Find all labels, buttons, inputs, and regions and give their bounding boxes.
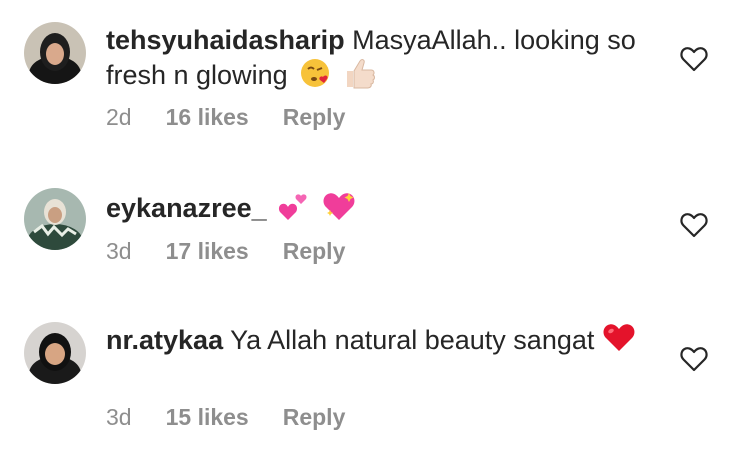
comment-text: eykanazree_ (106, 190, 646, 230)
comment-meta: 3d 17 likes Reply (106, 238, 345, 265)
comment-meta: 3d 15 likes Reply (106, 404, 345, 431)
thumbs-up-emoji (343, 57, 377, 97)
comment-text: tehsyuhaidasharip MasyaAllah.. looking s… (106, 24, 646, 97)
avatar[interactable] (24, 322, 86, 384)
like-heart-icon[interactable] (680, 346, 708, 372)
timestamp: 3d (106, 404, 132, 430)
like-heart-icon[interactable] (680, 46, 708, 72)
avatar[interactable] (24, 22, 86, 84)
likes-count[interactable]: 15 likes (166, 404, 249, 431)
username[interactable]: tehsyuhaidasharip (106, 25, 345, 55)
reply-button[interactable]: Reply (283, 238, 346, 265)
two-hearts-emoji (278, 190, 310, 230)
username[interactable]: eykanazree_ (106, 193, 267, 223)
like-heart-icon[interactable] (680, 212, 708, 238)
likes-count[interactable]: 16 likes (166, 104, 249, 131)
red-heart-emoji (602, 322, 636, 362)
username[interactable]: nr.atykaa (106, 325, 223, 355)
likes-count[interactable]: 17 likes (166, 238, 249, 265)
timestamp: 2d (106, 104, 132, 130)
kiss-emoji (299, 57, 331, 97)
comment-meta: 2d 16 likes Reply (106, 104, 345, 131)
comment-message: Ya Allah natural beauty sangat (230, 325, 595, 356)
avatar[interactable] (24, 188, 86, 250)
comment-text: nr.atykaa Ya Allah natural beauty sangat (106, 322, 646, 362)
sparkling-heart-emoji (322, 190, 356, 230)
timestamp: 3d (106, 238, 132, 264)
reply-button[interactable]: Reply (283, 104, 346, 131)
reply-button[interactable]: Reply (283, 404, 346, 431)
